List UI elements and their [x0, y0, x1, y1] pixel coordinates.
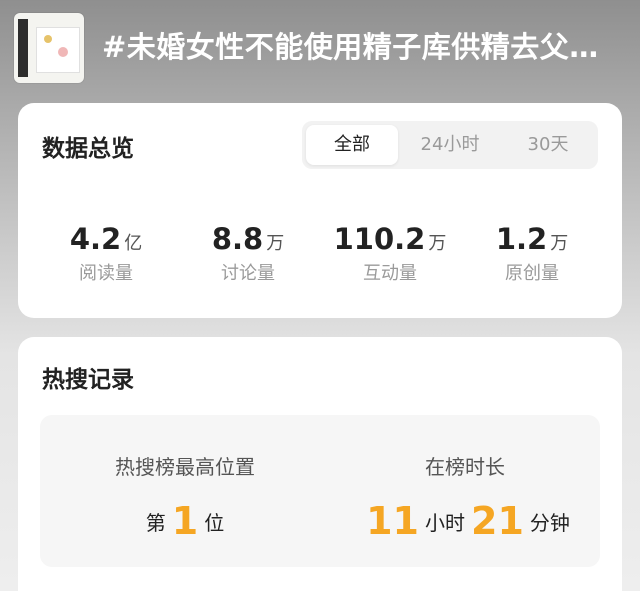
position-prefix: 第 — [145, 511, 166, 535]
thumbnail-dot — [58, 47, 68, 57]
stat-unit: 万 — [550, 233, 569, 254]
duration-hours-unit: 小时 — [425, 511, 465, 535]
stat-original-count: 1.2 万 原创量 — [462, 221, 602, 285]
topic-title[interactable]: #未婚女性不能使用精子库供精去父… — [102, 24, 632, 66]
topic-header: #未婚女性不能使用精子库供精去父… — [0, 0, 640, 95]
time-range-tabs: 全部 24小时 30天 — [302, 121, 598, 169]
duration-minutes: 21 — [471, 499, 524, 543]
stat-interaction-count: 110.2 万 互动量 — [320, 221, 460, 285]
stat-value: 1.2 — [495, 222, 548, 256]
tab-24h[interactable]: 24小时 — [402, 125, 498, 165]
stat-value: 8.8 — [211, 222, 264, 256]
highest-position-value: 第1位 — [70, 499, 300, 543]
stat-label: 互动量 — [363, 263, 417, 284]
stat-value: 110.2 — [333, 222, 426, 256]
tab-all[interactable]: 全部 — [306, 125, 398, 165]
stat-unit: 万 — [266, 233, 285, 254]
tab-30d[interactable]: 30天 — [502, 125, 594, 165]
stat-value: 4.2 — [69, 222, 122, 256]
stat-label: 原创量 — [505, 263, 559, 284]
highest-position-label: 热搜榜最高位置 — [115, 455, 255, 479]
stat-label: 阅读量 — [79, 263, 133, 284]
stat-unit: 亿 — [124, 233, 143, 254]
duration-hours: 11 — [366, 499, 419, 543]
topic-thumbnail[interactable] — [14, 13, 84, 83]
thumbnail-stripe — [18, 19, 28, 77]
stat-read-count: 4.2 亿 阅读量 — [36, 221, 176, 285]
position-suffix: 位 — [204, 511, 225, 535]
hot-search-record-panel: 热搜榜最高位置 第1位 在榜时长 11 小时 21 分钟 — [40, 415, 600, 567]
data-overview-card: 数据总览 全部 24小时 30天 4.2 亿 阅读量 8.8 万 讨论量 110.2… — [18, 103, 622, 318]
thumbnail-dot — [44, 35, 52, 43]
overview-title: 数据总览 — [42, 136, 134, 162]
position-number: 1 — [171, 499, 199, 543]
stat-discussion-count: 8.8 万 讨论量 — [178, 221, 318, 285]
duration-label: 在榜时长 — [425, 455, 505, 479]
hot-search-card: 热搜记录 热搜榜最高位置 第1位 在榜时长 11 小时 21 分钟 — [18, 337, 622, 591]
stat-label: 讨论量 — [221, 263, 275, 284]
stat-unit: 万 — [428, 233, 447, 254]
duration-value: 11 小时 21 分钟 — [330, 499, 600, 543]
hot-search-title: 热搜记录 — [42, 367, 134, 393]
duration-minutes-unit: 分钟 — [529, 511, 570, 535]
